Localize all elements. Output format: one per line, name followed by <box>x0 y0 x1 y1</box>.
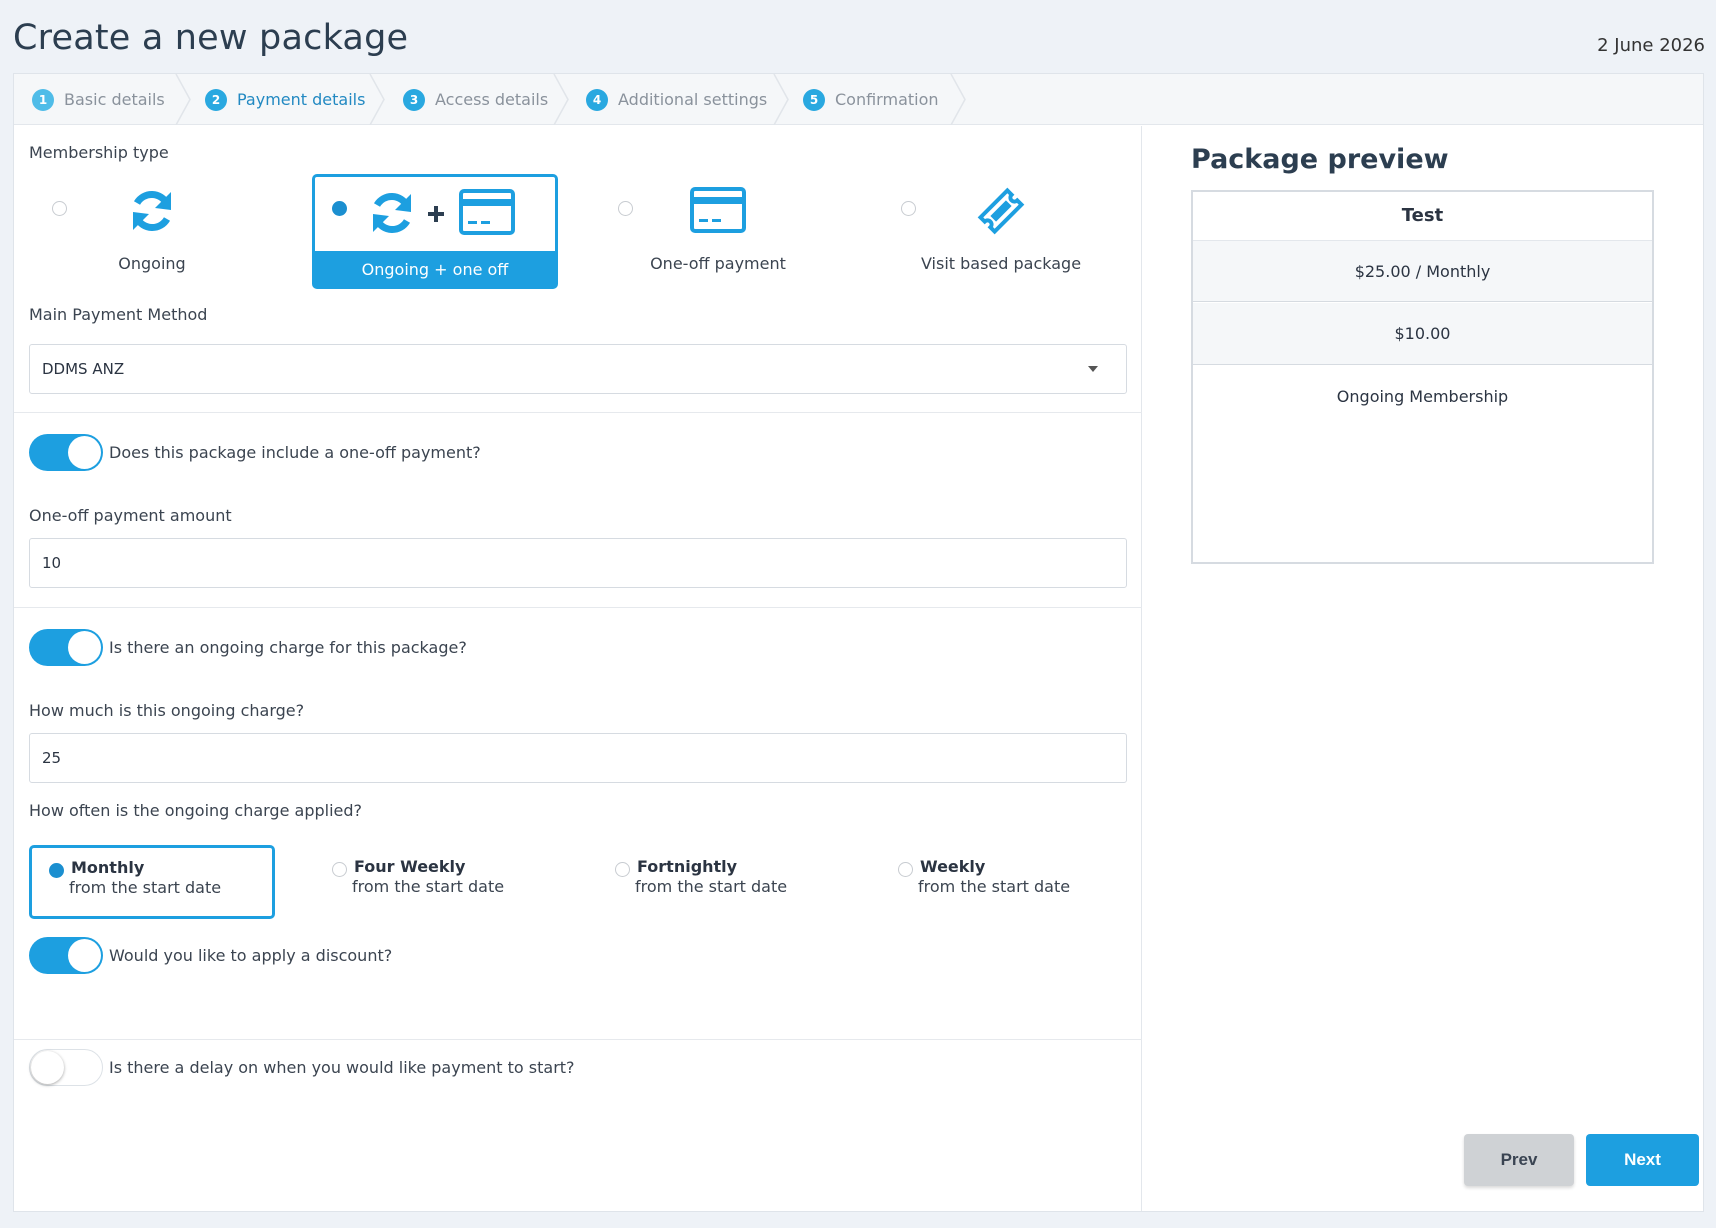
membership-type-label: Visit based package <box>920 254 1082 273</box>
one-off-amount-label: One-off payment amount <box>29 506 232 525</box>
frequency-fortnightly[interactable]: Fortnightly from the start date <box>595 845 841 919</box>
step-number: 5 <box>803 88 825 111</box>
frequency-four-weekly[interactable]: Four Weekly from the start date <box>312 845 558 919</box>
step-label: Access details <box>435 90 549 109</box>
one-off-payment-toggle-label: Does this package include a one-off paym… <box>109 443 481 462</box>
step-number: 1 <box>32 88 54 111</box>
step-label: Basic details <box>64 90 165 109</box>
radio-unchecked-icon[interactable] <box>898 862 913 877</box>
discount-toggle-label: Would you like to apply a discount? <box>109 946 393 965</box>
step-payment-details[interactable]: 2 Payment details <box>205 74 365 125</box>
preview-one-off-price: $10.00 <box>1193 303 1652 365</box>
frequency-title: Fortnightly <box>637 857 738 876</box>
divider <box>14 1039 1142 1040</box>
toggle-knob <box>68 436 101 469</box>
package-preview-title: Package preview <box>1191 144 1449 175</box>
step-number: 3 <box>403 88 425 111</box>
payment-delay-toggle[interactable] <box>29 1049 103 1086</box>
radio-unchecked-icon[interactable] <box>332 862 347 877</box>
one-off-payment-toggle[interactable] <box>29 434 103 471</box>
ongoing-charge-toggle-label: Is there an ongoing charge for this pack… <box>109 638 467 657</box>
step-label: Payment details <box>237 90 366 109</box>
step-chevron-icon <box>175 74 191 125</box>
sync-icon <box>133 191 171 231</box>
frequency-title: Four Weekly <box>354 857 466 876</box>
credit-card-icon <box>690 187 746 233</box>
membership-type-one-off[interactable]: One-off payment <box>595 174 841 289</box>
preview-ongoing-price: $25.00 / Monthly <box>1193 240 1652 302</box>
divider <box>14 607 1142 608</box>
payment-form: Membership type Ongoing Ongoing + one of… <box>14 126 1142 1211</box>
one-off-amount-input[interactable]: 10 <box>29 538 1127 588</box>
prev-button[interactable]: Prev <box>1464 1134 1574 1186</box>
radio-unchecked-icon[interactable] <box>618 201 633 216</box>
ongoing-amount-input[interactable]: 25 <box>29 733 1127 783</box>
radio-unchecked-icon[interactable] <box>615 862 630 877</box>
package-preview-card: Test $25.00 / Monthly $10.00 Ongoing Mem… <box>1191 190 1654 564</box>
toggle-knob <box>68 939 101 972</box>
wizard-card: 1 Basic details 2 Payment details 3 Acce… <box>13 73 1704 1212</box>
page-title: Create a new package <box>13 18 409 58</box>
next-button[interactable]: Next <box>1586 1134 1699 1186</box>
toggle-knob <box>31 1051 64 1084</box>
ongoing-charge-toggle[interactable] <box>29 629 103 666</box>
frequency-monthly[interactable]: Monthly from the start date <box>29 845 275 919</box>
frequency-subtitle: from the start date <box>69 878 222 897</box>
payment-delay-toggle-label: Is there a delay on when you would like … <box>109 1058 575 1077</box>
frequency-subtitle: from the start date <box>635 877 788 896</box>
frequency-title: Weekly <box>920 857 986 876</box>
main-payment-value: DDMS ANZ <box>42 360 125 378</box>
membership-type-label: Membership type <box>29 143 169 162</box>
preview-membership-type: Ongoing Membership <box>1193 366 1652 428</box>
frequency-weekly[interactable]: Weekly from the start date <box>878 845 1124 919</box>
membership-type-visit-based[interactable]: Visit based package <box>878 174 1124 289</box>
toggle-knob <box>68 631 101 664</box>
plus-icon <box>428 206 444 222</box>
step-number: 4 <box>586 88 608 111</box>
sync-icon <box>373 193 411 233</box>
radio-unchecked-icon[interactable] <box>52 201 67 216</box>
credit-card-icon <box>459 189 515 235</box>
membership-type-label: Ongoing + one off <box>315 251 555 289</box>
page-date: 2 June 2026 <box>1597 35 1705 56</box>
frequency-label: How often is the ongoing charge applied? <box>29 801 363 820</box>
ticket-icon <box>977 187 1025 235</box>
membership-type-label: One-off payment <box>650 254 786 273</box>
frequency-title: Monthly <box>71 858 145 877</box>
step-label: Additional settings <box>618 90 768 109</box>
step-chevron-icon <box>773 74 789 125</box>
preview-package-name: Test <box>1193 192 1652 240</box>
step-chevron-icon <box>369 74 385 125</box>
step-confirmation[interactable]: 5 Confirmation <box>803 74 939 125</box>
frequency-subtitle: from the start date <box>352 877 505 896</box>
step-label: Confirmation <box>835 90 939 109</box>
step-access-details[interactable]: 3 Access details <box>403 74 548 125</box>
step-chevron-icon <box>553 74 569 125</box>
radio-unchecked-icon[interactable] <box>901 201 916 216</box>
caret-down-icon <box>1088 366 1098 372</box>
membership-type-ongoing[interactable]: Ongoing <box>29 174 275 289</box>
membership-type-label: Ongoing <box>118 254 186 273</box>
radio-checked-icon[interactable] <box>332 201 347 216</box>
divider <box>14 412 1142 413</box>
main-payment-select[interactable]: DDMS ANZ <box>29 344 1127 394</box>
membership-type-ongoing-plus-one-off[interactable]: Ongoing + one off <box>312 174 558 289</box>
step-chevron-icon <box>950 74 966 125</box>
ongoing-amount-label: How much is this ongoing charge? <box>29 701 305 720</box>
step-additional-settings[interactable]: 4 Additional settings <box>586 74 767 125</box>
wizard-steps: 1 Basic details 2 Payment details 3 Acce… <box>14 74 1703 125</box>
discount-toggle[interactable] <box>29 937 103 974</box>
step-number: 2 <box>205 88 227 111</box>
main-payment-label: Main Payment Method <box>29 305 208 324</box>
step-basic-details[interactable]: 1 Basic details <box>32 74 165 125</box>
radio-checked-icon[interactable] <box>49 863 64 878</box>
frequency-subtitle: from the start date <box>918 877 1071 896</box>
